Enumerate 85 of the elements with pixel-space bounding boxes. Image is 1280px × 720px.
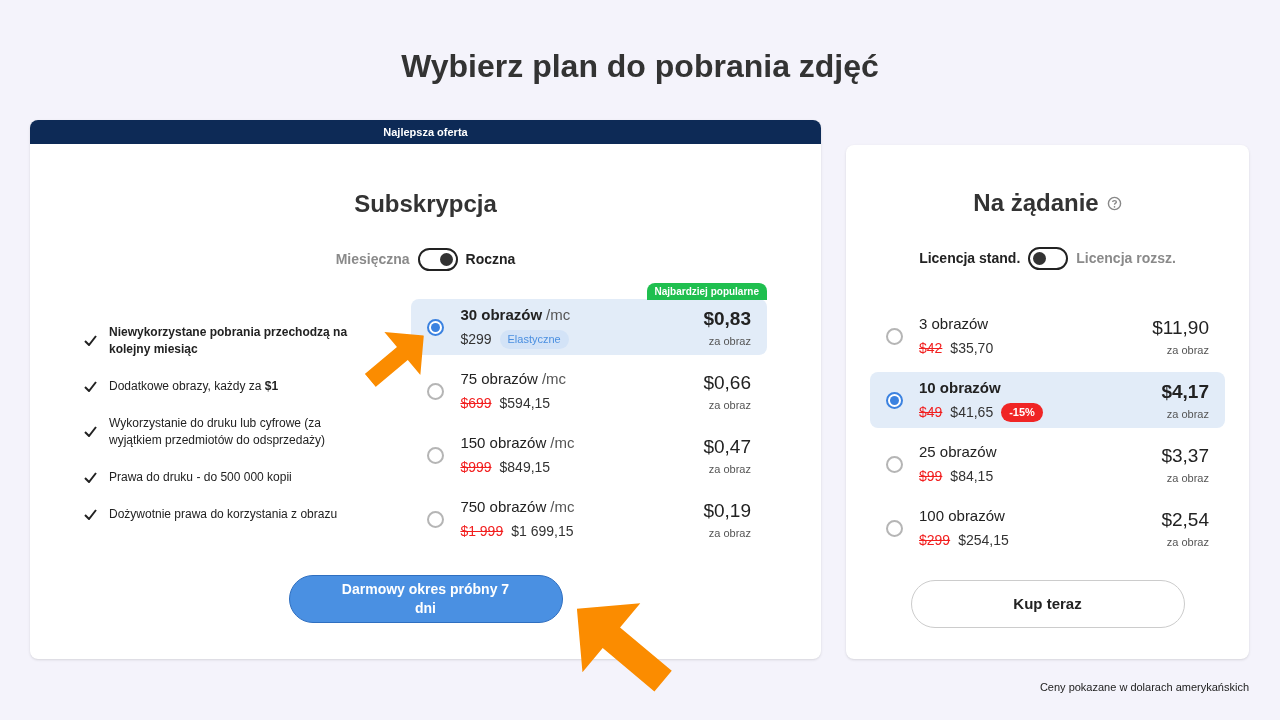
plan-name: 25 obrazów bbox=[919, 442, 997, 463]
discount-badge: -15% bbox=[1001, 403, 1043, 422]
radio-button[interactable] bbox=[427, 510, 445, 528]
plan-option[interactable]: 25 obrazów $99 $84,15 $3,37 za obraz bbox=[870, 436, 1225, 492]
page-title: Wybierz plan do pobrania zdjęć bbox=[400, 47, 880, 86]
plan-name: 10 obrazów bbox=[919, 378, 1001, 399]
price-per-image-label: za obraz bbox=[1166, 343, 1209, 358]
price-per-image: $0,47 bbox=[703, 434, 751, 459]
plan-name: 150 obrazów bbox=[460, 433, 547, 454]
radio-button[interactable] bbox=[427, 318, 445, 336]
check-icon bbox=[84, 508, 97, 520]
price-per-image-label: za obraz bbox=[708, 462, 751, 477]
price-per-image: $0,83 bbox=[703, 306, 751, 331]
help-icon[interactable] bbox=[1106, 195, 1122, 211]
radio-button[interactable] bbox=[886, 327, 903, 345]
toggle-label: Licencja stand. bbox=[919, 249, 1021, 268]
plan-price: $1 699,15 bbox=[511, 521, 574, 541]
price-per-image: $2,54 bbox=[1161, 507, 1209, 532]
price-per-image: $0,66 bbox=[703, 370, 751, 395]
feature-text: Wykorzystanie do druku lub cyfrowe (za wyjątkiem przedmiotów do odsprzedaży) bbox=[109, 414, 327, 449]
feature-text: Prawa do druku - do 500 000 kopii bbox=[109, 468, 292, 486]
card-title: Subskrypcja bbox=[353, 189, 498, 219]
plan-name: 3 obrazów bbox=[919, 314, 989, 335]
toggle-switch[interactable] bbox=[417, 248, 458, 271]
plan-option[interactable]: 75 obrazów /mc $699 $594,15 $0,66 za obraz bbox=[411, 363, 767, 419]
plan-option[interactable]: 150 obrazów /mc $999 $849,15 $0,47 za obraz bbox=[411, 427, 767, 483]
old-price: $299 bbox=[919, 530, 951, 550]
plan-unit: /mc bbox=[546, 305, 571, 326]
plan-price: $594,15 bbox=[499, 393, 551, 413]
plan-name: 100 obrazów bbox=[919, 506, 1005, 527]
check-icon bbox=[84, 426, 97, 437]
radio-button[interactable] bbox=[427, 382, 445, 400]
toggle-label: Roczna bbox=[465, 250, 516, 269]
plan-name: 30 obrazów bbox=[460, 305, 543, 326]
check-icon bbox=[84, 471, 97, 483]
price-per-image-label: za obraz bbox=[1166, 535, 1209, 550]
plan-price: $299 bbox=[460, 329, 492, 349]
price-per-image-label: za obraz bbox=[1166, 471, 1209, 486]
price-per-image-label: za obraz bbox=[1166, 407, 1209, 422]
plan-price: $84,15 bbox=[950, 466, 994, 486]
toggle-label: Licencja rozsz. bbox=[1076, 249, 1176, 268]
toggle-switch[interactable] bbox=[1028, 247, 1069, 270]
plan-option[interactable]: 750 obrazów /mc $1 999 $1 699,15 $0,19 za obraz bbox=[411, 491, 767, 547]
check-icon bbox=[84, 380, 97, 392]
radio-button[interactable] bbox=[427, 446, 445, 464]
plan-option[interactable]: 30 obrazów /mc $299 Elastyczne $0,83 za obraz bbox=[411, 299, 767, 355]
radio-button[interactable] bbox=[886, 519, 903, 537]
plan-price: $254,15 bbox=[958, 530, 1009, 550]
plan-option[interactable]: 3 obrazów $42 $35,70 $11,90 za obraz bbox=[870, 308, 1225, 364]
price-per-image: $4,17 bbox=[1161, 379, 1209, 404]
old-price: $42 bbox=[919, 338, 943, 358]
plan-unit: /mc bbox=[550, 497, 575, 518]
plan-price: $41,65 bbox=[950, 402, 994, 422]
plan-price: $35,70 bbox=[950, 338, 994, 358]
old-price: $999 bbox=[460, 457, 492, 477]
popular-badge: Najbardziej popularne bbox=[646, 283, 767, 300]
check-icon bbox=[84, 335, 97, 346]
card-title: Na żądanie bbox=[973, 188, 1099, 218]
old-price: $1 999 bbox=[460, 521, 504, 541]
toggle-label: Miesięczna bbox=[335, 250, 410, 269]
buy-now-button[interactable]: Kup teraz bbox=[910, 580, 1185, 628]
price-per-image-label: za obraz bbox=[708, 526, 751, 541]
price-per-image: $3,37 bbox=[1161, 443, 1209, 468]
feature-text: Dodatkowe obrazy, każdy za $1 bbox=[109, 377, 279, 395]
old-price: $49 bbox=[919, 402, 943, 422]
radio-button[interactable] bbox=[886, 391, 903, 409]
plan-unit: /mc bbox=[541, 369, 567, 390]
plan-option[interactable]: 10 obrazów $49 $41,65 -15% $4,17 za obraz bbox=[870, 372, 1225, 428]
plan-price: $849,15 bbox=[499, 457, 551, 477]
plan-name: 750 obrazów bbox=[460, 497, 547, 518]
plan-option[interactable]: 100 obrazów $299 $254,15 $2,54 za obraz bbox=[870, 500, 1225, 556]
price-per-image-label: za obraz bbox=[708, 398, 751, 413]
best-offer-banner: Najlepsza oferta bbox=[30, 120, 821, 144]
plan-unit: /mc bbox=[550, 433, 575, 454]
feature-text: Dożywotnie prawa do korzystania z obrazu bbox=[109, 505, 338, 523]
old-price: $99 bbox=[919, 466, 943, 486]
radio-button[interactable] bbox=[886, 455, 903, 473]
price-per-image: $11,90 bbox=[1152, 315, 1209, 340]
feature-text: Niewykorzystane pobrania przechodzą na kolejny miesiąc bbox=[109, 323, 349, 358]
old-price: $699 bbox=[460, 393, 492, 413]
price-per-image: $0,19 bbox=[703, 498, 751, 523]
price-per-image-label: za obraz bbox=[708, 334, 751, 349]
plan-name: 75 obrazów bbox=[460, 369, 538, 390]
plan-tag: Elastyczne bbox=[499, 330, 569, 349]
currency-note: Ceny pokazane w dolarach amerykańskich bbox=[1039, 680, 1249, 695]
